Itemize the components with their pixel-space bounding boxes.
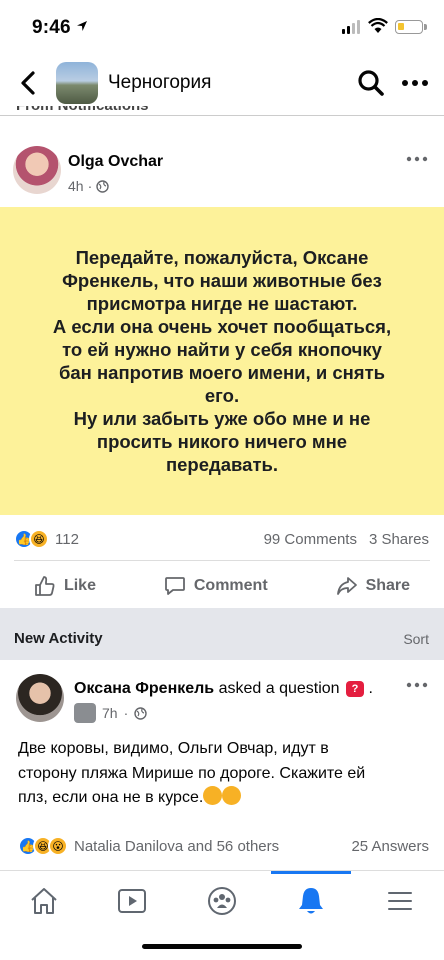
wifi-icon xyxy=(368,18,388,33)
post-time: 4h xyxy=(68,178,84,194)
haha-reaction-icon: 😆 xyxy=(29,529,49,549)
new-activity-title: New Activity xyxy=(14,630,103,647)
comment-icon xyxy=(164,577,185,595)
answers-count[interactable]: 25 Answers xyxy=(351,838,429,855)
question-icon: ? xyxy=(346,680,365,697)
post-reactions[interactable]: 👍 😆 112 xyxy=(14,529,79,549)
laughing-emoji-icon xyxy=(203,786,223,805)
sort-button[interactable]: Sort xyxy=(403,631,429,647)
wow-reaction-icon: 😮 xyxy=(48,836,68,856)
battery-icon xyxy=(395,20,427,34)
globe-icon xyxy=(134,706,147,720)
status-time: 9:46 xyxy=(32,17,71,38)
comment-label: Comment xyxy=(193,577,268,594)
comment-button[interactable]: Comment xyxy=(164,575,268,597)
video-tab[interactable] xyxy=(112,881,152,921)
nav-header: Черногория xyxy=(0,56,444,112)
notifications-tab[interactable] xyxy=(291,881,331,921)
post-meta: 4h · xyxy=(68,178,109,194)
globe-icon xyxy=(96,179,109,193)
activity-action: asked a question xyxy=(218,680,340,697)
like-label: Like xyxy=(63,577,96,594)
groups-icon xyxy=(208,887,236,915)
post-text-box: Передайте, пожалуйста, Оксане Френкель, … xyxy=(0,207,444,515)
question-post-icon xyxy=(74,703,96,723)
signal-icon xyxy=(342,20,360,34)
groups-tab[interactable] xyxy=(202,881,242,921)
video-icon xyxy=(118,889,146,913)
activity-reactions[interactable]: 👍 😆 😮 Natalia Danilova and 56 others xyxy=(18,836,279,856)
post-text: Передайте, пожалуйста, Оксане Френкель, … xyxy=(52,247,392,475)
activity-more-icon[interactable] xyxy=(406,681,428,689)
search-icon[interactable] xyxy=(356,68,386,98)
laughing-emoji-icon xyxy=(222,786,242,805)
notifications-icon xyxy=(299,888,323,914)
activity-text: Две коровы, видимо, Ольги Овчар, идут в … xyxy=(18,740,366,806)
share-icon xyxy=(336,577,357,595)
home-indicator xyxy=(142,944,302,949)
new-activity-header: New Activity Sort xyxy=(0,608,444,660)
post-author-name[interactable]: Olga Ovchar xyxy=(68,153,163,171)
activity-author-avatar[interactable] xyxy=(16,674,64,722)
activity-author-name[interactable]: Оксана Френкель xyxy=(74,680,214,697)
menu-icon xyxy=(388,892,412,910)
share-label: Share xyxy=(365,577,411,594)
status-bar: 9:46 xyxy=(0,0,444,56)
group-avatar[interactable] xyxy=(56,62,98,104)
divider xyxy=(14,560,430,561)
location-arrow-icon xyxy=(77,21,87,31)
activity-meta: 7h · xyxy=(74,703,147,723)
share-button[interactable]: Share xyxy=(336,575,410,597)
post-actions: Like Comment Share xyxy=(0,568,444,604)
reactors-names: Natalia Danilova and 56 others xyxy=(74,837,280,855)
shares-count[interactable]: 3 Shares xyxy=(369,531,429,548)
like-button[interactable]: Like xyxy=(34,575,96,597)
post-stats: 99 Comments 3 Shares xyxy=(264,531,429,548)
comments-count[interactable]: 99 Comments xyxy=(264,531,357,548)
menu-tab[interactable] xyxy=(380,881,420,921)
post-author-avatar[interactable] xyxy=(13,146,61,194)
thumbs-up-icon xyxy=(35,576,55,596)
home-icon xyxy=(31,888,57,914)
from-notifications-label: From Notifications xyxy=(0,106,444,116)
more-options-icon[interactable] xyxy=(400,78,430,88)
home-tab[interactable] xyxy=(24,881,64,921)
activity-time: 7h xyxy=(102,705,118,721)
reaction-count: 112 xyxy=(55,530,79,548)
active-tab-indicator xyxy=(271,871,351,874)
back-arrow-icon[interactable] xyxy=(16,68,42,98)
page-title[interactable]: Черногория xyxy=(108,72,211,94)
activity-header: Оксана Френкель asked a question ? . xyxy=(74,680,373,697)
post-more-icon[interactable] xyxy=(406,155,428,163)
